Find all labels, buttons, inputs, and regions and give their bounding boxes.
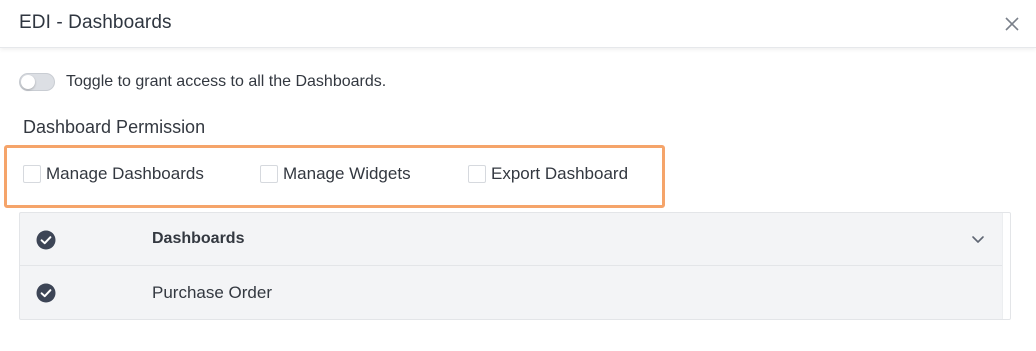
row-label: Purchase Order — [152, 282, 272, 302]
manage-widgets-option[interactable]: Manage Widgets — [260, 164, 411, 184]
list-item[interactable]: Purchase Order — [20, 266, 1004, 319]
chevron-down-icon[interactable] — [968, 229, 988, 249]
permission-section-title: Dashboard Permission — [23, 117, 206, 137]
manage-widgets-label: Manage Widgets — [283, 164, 411, 183]
manage-widgets-checkbox[interactable] — [260, 165, 278, 183]
manage-dashboards-checkbox[interactable] — [23, 165, 41, 183]
close-icon — [1005, 17, 1019, 31]
check-circle-icon[interactable] — [36, 230, 56, 250]
dashboard-list: Dashboards Purchase Order — [19, 212, 1011, 320]
toggle-knob — [21, 75, 35, 89]
export-dashboard-checkbox[interactable] — [468, 165, 486, 183]
list-scrollbar[interactable] — [1002, 213, 1010, 319]
grant-all-toggle-row: Toggle to grant access to all the Dashbo… — [19, 71, 386, 93]
check-circle-icon[interactable] — [36, 283, 56, 303]
permission-options-highlight: Manage Dashboards Manage Widgets Export … — [4, 145, 665, 208]
row-label: Dashboards — [152, 230, 245, 247]
grant-all-toggle[interactable] — [19, 73, 55, 91]
export-dashboard-option[interactable]: Export Dashboard — [468, 164, 628, 184]
close-button[interactable] — [1000, 12, 1024, 36]
manage-dashboards-option[interactable]: Manage Dashboards — [23, 164, 204, 184]
export-dashboard-label: Export Dashboard — [491, 164, 629, 183]
manage-dashboards-label: Manage Dashboards — [46, 164, 204, 183]
modal-title: EDI - Dashboards — [19, 12, 172, 33]
list-item[interactable]: Dashboards — [20, 213, 1004, 266]
toggle-label: Toggle to grant access to all the Dashbo… — [66, 73, 387, 90]
modal-header: EDI - Dashboards — [0, 0, 1036, 48]
